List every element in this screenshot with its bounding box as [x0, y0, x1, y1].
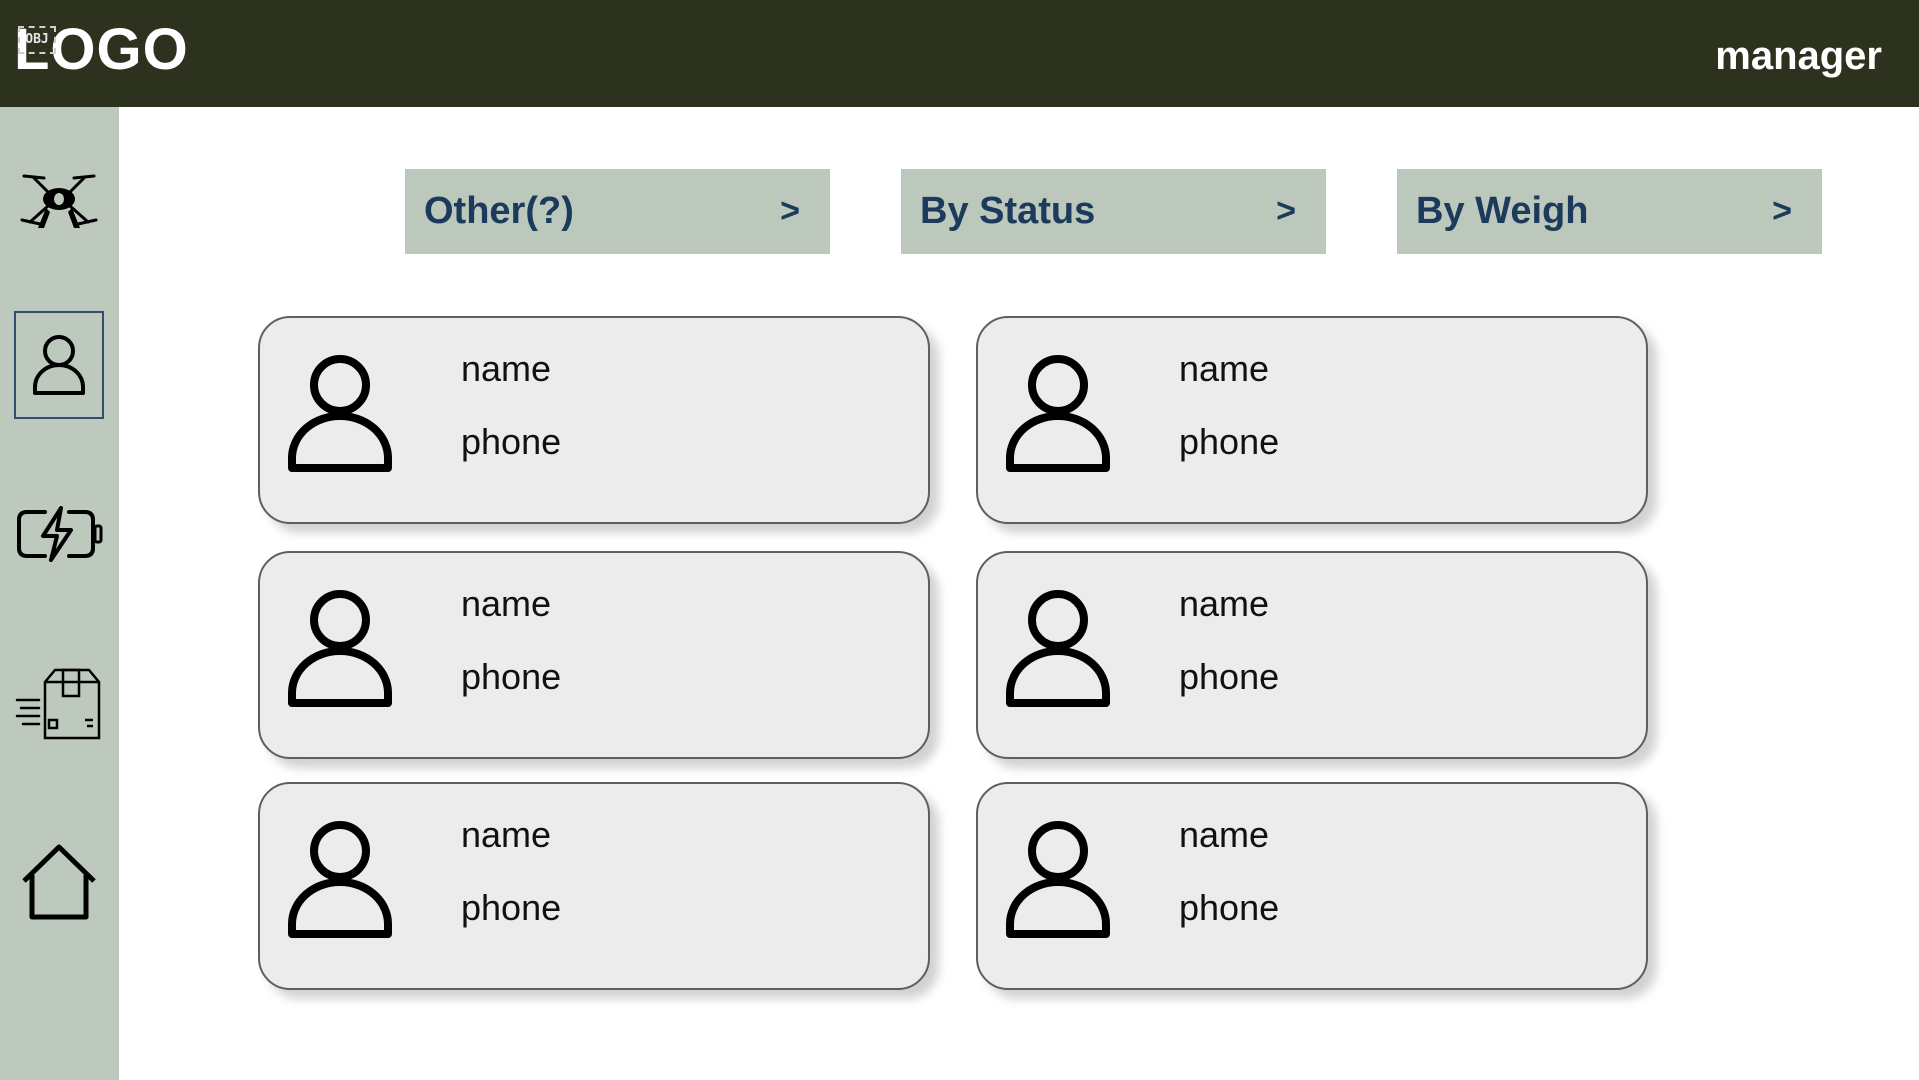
user-avatar-icon: [288, 821, 392, 938]
logo-placeholder-icon: OBJ: [18, 26, 56, 54]
user-name: name: [461, 814, 552, 855]
battery-charging-icon: [17, 506, 103, 562]
user-name: name: [1179, 814, 1270, 855]
sidebar-item-drones[interactable]: [14, 145, 104, 253]
user-avatar-icon: [288, 590, 392, 707]
user-role-label[interactable]: manager: [1715, 34, 1882, 79]
user-name: name: [461, 583, 552, 624]
top-bar: LOGO OBJ manager: [0, 0, 1919, 107]
sidebar-item-charging[interactable]: [14, 480, 104, 588]
user-card[interactable]: name phone: [258, 551, 930, 759]
user-avatar-icon: [288, 355, 392, 472]
filter-label: Other(?): [424, 190, 574, 232]
filter-by-weight-button[interactable]: By Weigh >: [1397, 169, 1822, 254]
user-name: name: [461, 348, 552, 389]
delivery-box-icon: [15, 668, 101, 740]
user-card[interactable]: name phone: [976, 551, 1648, 759]
user-card[interactable]: name phone: [976, 316, 1648, 524]
user-phone: phone: [461, 887, 562, 928]
sidebar-item-home[interactable]: [14, 828, 104, 936]
sidebar-item-users[interactable]: [14, 311, 104, 419]
sidebar-item-deliveries[interactable]: [14, 650, 104, 758]
filter-by-status-button[interactable]: By Status >: [901, 169, 1326, 254]
drone-icon: [20, 174, 98, 228]
filter-label: By Weigh: [1416, 190, 1589, 232]
user-phone: phone: [461, 421, 562, 462]
user-phone: phone: [1179, 421, 1280, 462]
user-avatar-icon: [1006, 821, 1110, 938]
user-name: name: [1179, 583, 1270, 624]
user-phone: phone: [1179, 656, 1280, 697]
user-avatar-icon: [1006, 355, 1110, 472]
user-card[interactable]: name phone: [258, 316, 930, 524]
user-card[interactable]: name phone: [976, 782, 1648, 990]
user-avatar-icon: [1006, 590, 1110, 707]
user-phone: phone: [1179, 887, 1280, 928]
chevron-right-icon: >: [1772, 192, 1792, 230]
home-icon: [22, 844, 96, 920]
user-icon: [33, 335, 85, 395]
chevron-right-icon: >: [780, 192, 800, 230]
filter-label: By Status: [920, 190, 1096, 232]
user-phone: phone: [461, 656, 562, 697]
chevron-right-icon: >: [1276, 192, 1296, 230]
user-card[interactable]: name phone: [258, 782, 930, 990]
filter-other-button[interactable]: Other(?) >: [405, 169, 830, 254]
user-name: name: [1179, 348, 1270, 389]
